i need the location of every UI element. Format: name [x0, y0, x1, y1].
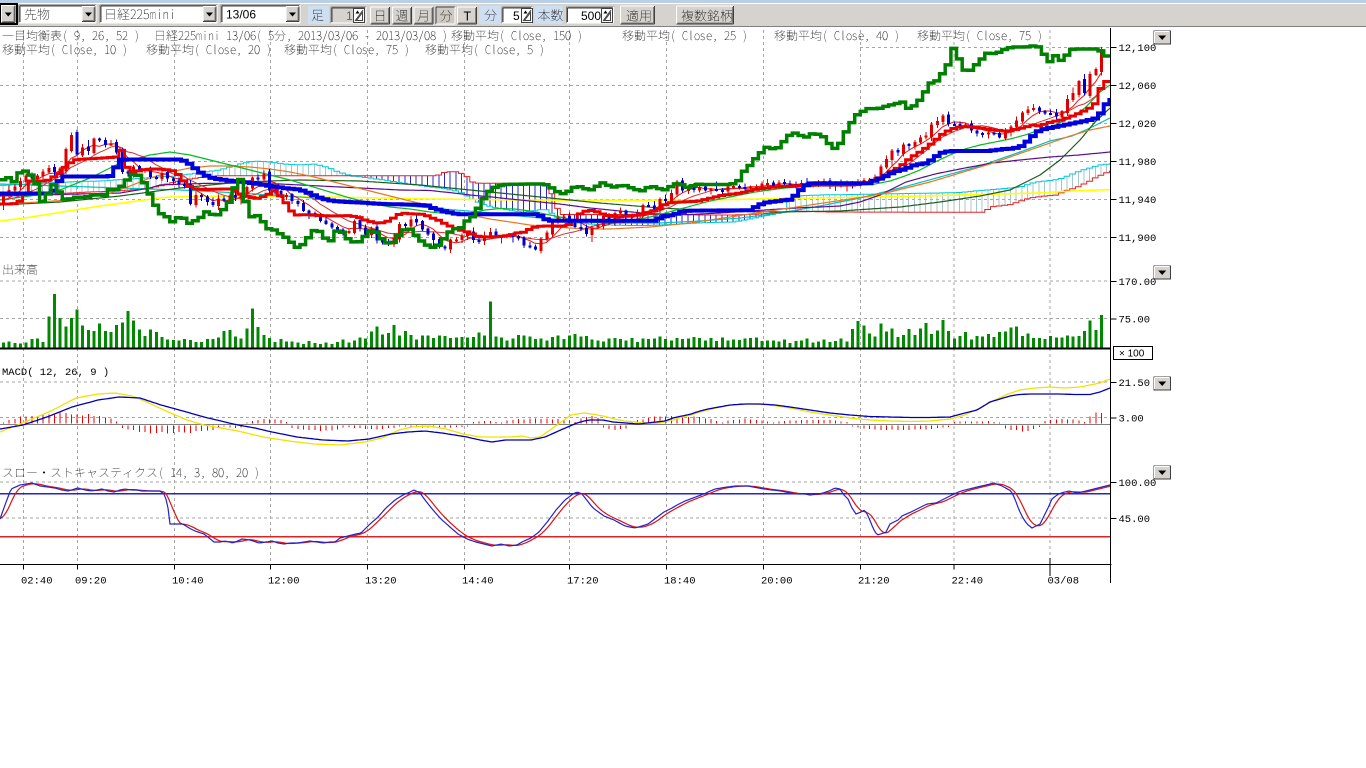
svg-text:13/06: 13/06: [226, 8, 256, 22]
svg-text:75.00: 75.00: [1119, 315, 1151, 327]
svg-text:21:20: 21:20: [858, 576, 890, 588]
svg-text:22:40: 22:40: [952, 576, 984, 588]
svg-text:170.00: 170.00: [1119, 277, 1157, 289]
svg-text:T: T: [464, 10, 472, 24]
svg-text:12,020: 12,020: [1119, 119, 1157, 131]
svg-text:12,060: 12,060: [1119, 81, 1157, 93]
svg-text:11,900: 11,900: [1119, 233, 1157, 245]
svg-text:11,980: 11,980: [1119, 157, 1157, 169]
svg-text:14:40: 14:40: [462, 576, 494, 588]
svg-text:09:20: 09:20: [75, 576, 107, 588]
svg-text:10:40: 10:40: [172, 576, 204, 588]
svg-text:03/08: 03/08: [1048, 576, 1080, 588]
svg-text:45.00: 45.00: [1119, 514, 1151, 526]
svg-text:1: 1: [346, 9, 353, 23]
svg-text:12,100: 12,100: [1119, 43, 1157, 55]
svg-text:5: 5: [513, 9, 520, 23]
svg-text:18:40: 18:40: [664, 576, 696, 588]
svg-text:21.50: 21.50: [1119, 378, 1151, 390]
svg-text:13:20: 13:20: [365, 576, 397, 588]
svg-text:20:00: 20:00: [761, 576, 793, 588]
svg-text:MACD( 12, 26, 9 ): MACD( 12, 26, 9 ): [2, 367, 109, 379]
svg-text:500: 500: [581, 9, 601, 23]
svg-text:17:20: 17:20: [567, 576, 599, 588]
svg-text:100.00: 100.00: [1119, 478, 1157, 490]
svg-text:11,940: 11,940: [1119, 195, 1157, 207]
svg-text:02:40: 02:40: [21, 576, 53, 588]
svg-text:3.00: 3.00: [1119, 414, 1144, 426]
svg-text:× 100: × 100: [1119, 349, 1145, 360]
svg-text:12:00: 12:00: [268, 576, 300, 588]
